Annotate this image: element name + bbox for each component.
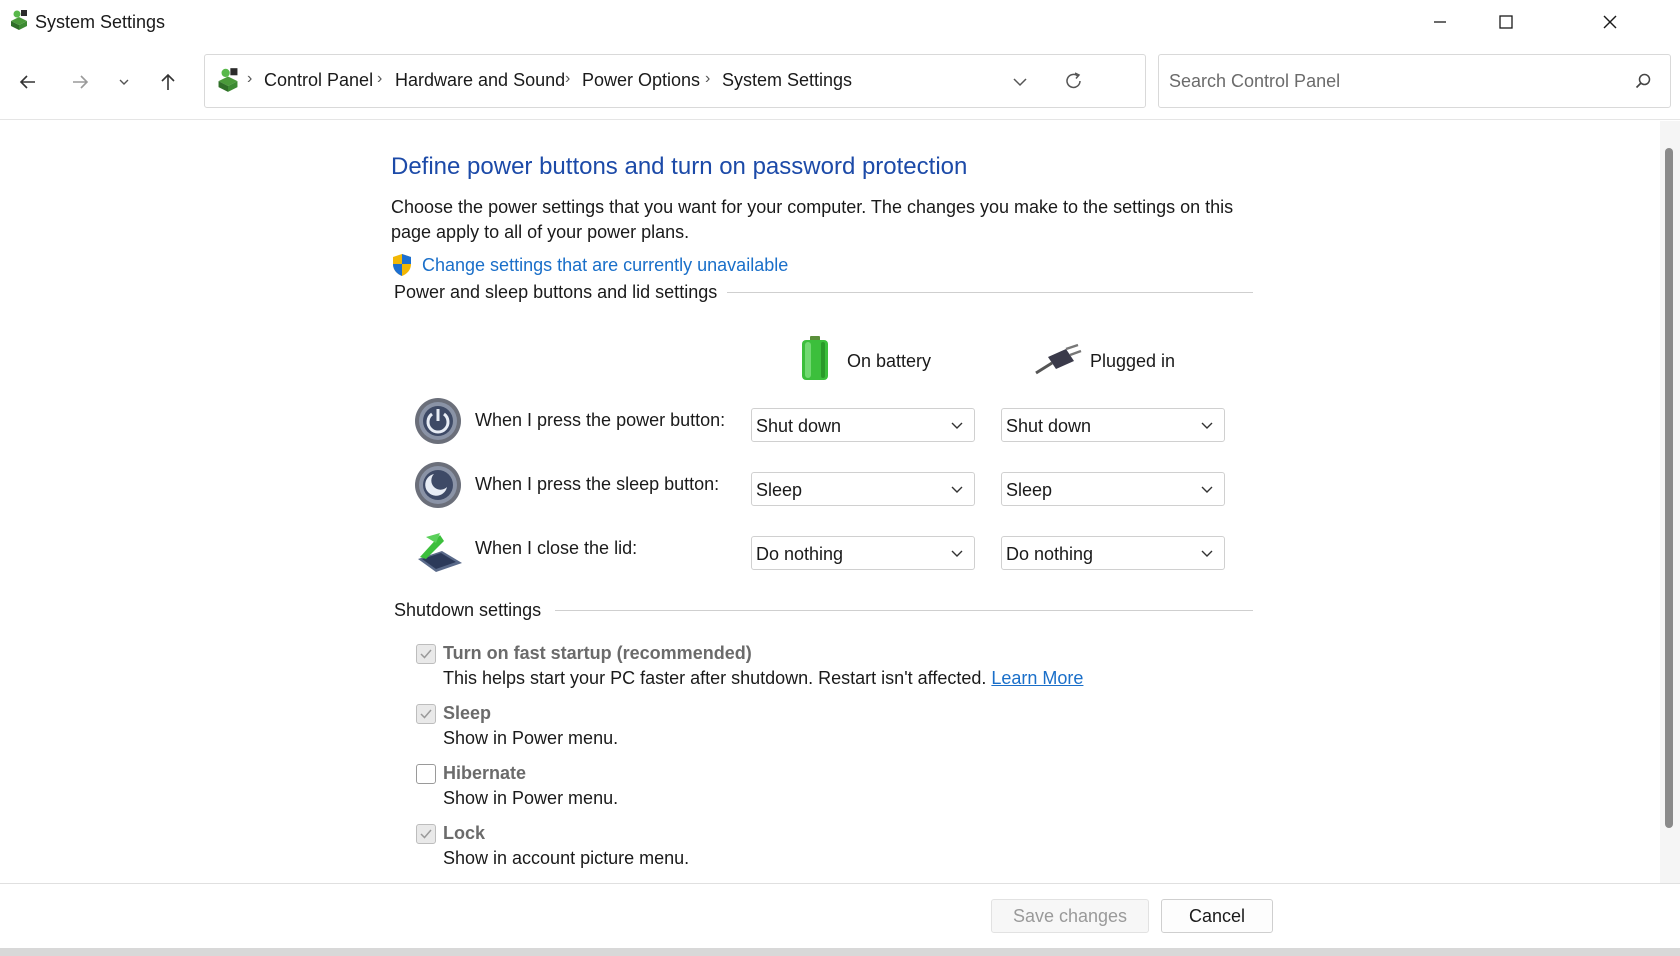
maximize-icon xyxy=(1499,15,1513,29)
section-divider xyxy=(555,610,1253,611)
power-button-icon xyxy=(414,397,462,445)
lock-option-label: Lock xyxy=(443,823,486,843)
chevron-down-icon xyxy=(951,550,963,557)
plugged-in-column-header: Plugged in xyxy=(1090,351,1176,371)
cancel-button[interactable]: Cancel xyxy=(1161,899,1273,933)
page-title: Define power buttons and turn on passwor… xyxy=(391,153,968,180)
fast-startup-label: Turn on fast startup (recommended) xyxy=(443,643,752,663)
sleep-checkbox[interactable] xyxy=(416,704,436,724)
chevron-down-icon xyxy=(1201,422,1213,429)
close-lid-plugged-select[interactable]: Do nothing xyxy=(1001,536,1225,570)
minimize-button[interactable] xyxy=(1405,0,1475,44)
select-value: Do nothing xyxy=(756,544,844,564)
section-divider xyxy=(727,292,1253,293)
arrow-left-icon xyxy=(19,75,35,89)
select-value: Sleep xyxy=(756,480,803,500)
breadcrumb-hardware-and-sound[interactable]: Hardware and Sound xyxy=(395,70,565,91)
chevron-down-icon xyxy=(1201,486,1213,493)
uac-shield-icon xyxy=(393,254,411,276)
sleep-option-description: Show in Power menu. xyxy=(443,728,619,748)
refresh-icon xyxy=(1066,72,1081,89)
control-panel-app-icon xyxy=(8,9,30,31)
search-box[interactable] xyxy=(1158,54,1671,108)
search-icon xyxy=(1634,72,1652,90)
checkmark-icon xyxy=(420,649,432,659)
close-button[interactable] xyxy=(1575,0,1645,44)
shutdown-section-heading: Shutdown settings xyxy=(394,600,542,620)
checkmark-icon xyxy=(420,829,432,839)
on-battery-column-header: On battery xyxy=(847,351,932,371)
save-changes-button[interactable]: Save changes xyxy=(991,899,1149,933)
maximize-button[interactable] xyxy=(1471,0,1541,44)
sleep-option-label: Sleep xyxy=(443,703,492,723)
scrollbar-thumb[interactable] xyxy=(1665,148,1673,828)
power-button-plugged-select[interactable]: Shut down xyxy=(1001,408,1225,442)
back-button[interactable] xyxy=(10,64,46,100)
breadcrumb-system-settings[interactable]: System Settings xyxy=(722,70,852,91)
breadcrumb-separator: › xyxy=(705,70,711,87)
lock-option-description: Show in account picture menu. xyxy=(443,848,690,868)
sleep-button-label: When I press the sleep button: xyxy=(475,474,720,494)
change-settings-link-row: Change settings that are currently unava… xyxy=(391,253,788,277)
fast-startup-checkbox[interactable] xyxy=(416,644,436,664)
main-content: Define power buttons and turn on passwor… xyxy=(0,121,1680,883)
select-value: Sleep xyxy=(1006,480,1053,500)
breadcrumb-separator: › xyxy=(247,70,253,87)
close-icon xyxy=(1603,15,1617,29)
select-value: Do nothing xyxy=(1006,544,1094,564)
breadcrumb-control-panel[interactable]: Control Panel xyxy=(264,70,373,91)
footer-bar: Save changes Cancel xyxy=(0,883,1680,956)
battery-icon xyxy=(799,335,831,381)
select-value: Shut down xyxy=(1006,416,1092,436)
breadcrumb-separator: › xyxy=(377,70,383,87)
learn-more-link[interactable]: Learn More xyxy=(991,668,1083,688)
arrow-right-icon xyxy=(73,75,89,89)
arrow-up-icon xyxy=(161,73,175,90)
close-lid-battery-select[interactable]: Do nothing xyxy=(751,536,975,570)
chevron-down-icon xyxy=(119,79,129,85)
sleep-button-battery-select[interactable]: Sleep xyxy=(751,472,975,506)
minimize-icon xyxy=(1434,21,1446,23)
power-plug-icon xyxy=(1032,343,1082,377)
lock-checkbox[interactable] xyxy=(416,824,436,844)
breadcrumb-separator: › xyxy=(565,70,571,87)
address-history-button[interactable] xyxy=(1011,73,1029,91)
control-panel-icon xyxy=(215,67,241,93)
hibernate-option-label: Hibernate xyxy=(443,763,527,783)
chevron-down-icon xyxy=(1201,550,1213,557)
navigation-bar: › Control Panel › Hardware and Sound › P… xyxy=(0,44,1680,120)
hibernate-checkbox[interactable] xyxy=(416,764,436,784)
window-title: System Settings xyxy=(35,12,166,32)
change-settings-link[interactable]: Change settings that are currently unava… xyxy=(422,255,788,276)
power-section-heading: Power and sleep buttons and lid settings xyxy=(394,282,718,302)
forward-button[interactable] xyxy=(62,64,98,100)
checkmark-icon xyxy=(420,709,432,719)
hibernate-option-description: Show in Power menu. xyxy=(443,788,619,808)
fast-startup-description: This helps start your PC faster after sh… xyxy=(443,668,1083,689)
power-button-battery-select[interactable]: Shut down xyxy=(751,408,975,442)
title-bar: System Settings xyxy=(0,0,1680,44)
address-bar[interactable]: › Control Panel › Hardware and Sound › P… xyxy=(204,54,1146,108)
power-button-label: When I press the power button: xyxy=(475,410,726,430)
chevron-down-icon xyxy=(951,486,963,493)
sleep-button-icon xyxy=(414,461,462,509)
refresh-button[interactable] xyxy=(1063,70,1085,92)
page-description: Choose the power settings that you want … xyxy=(391,197,1234,242)
recent-locations-button[interactable] xyxy=(106,64,142,100)
search-input[interactable] xyxy=(1169,69,1609,93)
chevron-down-icon xyxy=(951,422,963,429)
chevron-down-icon xyxy=(1013,78,1027,87)
laptop-lid-icon xyxy=(414,529,464,573)
select-value: Shut down xyxy=(756,416,842,436)
breadcrumb-power-options[interactable]: Power Options xyxy=(582,70,700,91)
sleep-button-plugged-select[interactable]: Sleep xyxy=(1001,472,1225,506)
up-button[interactable] xyxy=(150,64,186,100)
close-lid-label: When I close the lid: xyxy=(475,538,638,558)
fast-startup-description-text: This helps start your PC faster after sh… xyxy=(443,668,987,688)
window-bottom-border xyxy=(0,948,1680,956)
